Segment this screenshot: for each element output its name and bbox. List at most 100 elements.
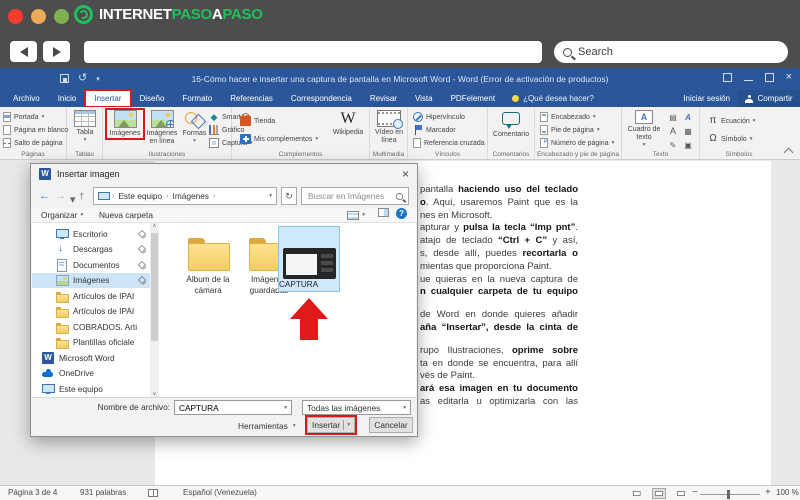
herramientas-button[interactable]: Herramientas ▾ bbox=[238, 419, 296, 433]
maximize-traffic-light-icon[interactable] bbox=[54, 9, 69, 24]
dialog-history-dropdown-icon[interactable]: ▾ bbox=[70, 192, 76, 208]
help-button[interactable]: ? bbox=[396, 208, 407, 219]
breadcrumb[interactable]: › Este equipo › Imágenes › ▾ bbox=[93, 187, 277, 205]
close-traffic-light-icon[interactable] bbox=[8, 9, 23, 24]
drop-cap-icon[interactable]: A bbox=[666, 125, 680, 138]
zoom-slider[interactable] bbox=[700, 490, 760, 499]
encabezado-button[interactable]: Encabezado ▾ bbox=[540, 111, 614, 123]
zoom-out-icon[interactable]: − bbox=[692, 486, 698, 500]
zoom-in-icon[interactable]: + bbox=[765, 486, 771, 500]
sidebar-scrollbar[interactable]: ∧ ∨ bbox=[150, 223, 159, 397]
back-button[interactable] bbox=[10, 41, 37, 62]
tab-diseno[interactable]: Diseño bbox=[131, 90, 174, 107]
tab-archivo[interactable]: Archivo bbox=[4, 90, 49, 107]
hipervinculo-button[interactable]: Hipervínculo bbox=[413, 111, 485, 123]
scroll-up-icon[interactable]: ∧ bbox=[150, 223, 159, 229]
dialog-titlebar[interactable]: W Insertar imagen × bbox=[31, 164, 417, 184]
dialog-close-icon[interactable]: × bbox=[402, 165, 409, 183]
referencia-cruzada-button[interactable]: Referencia cruzada bbox=[413, 137, 485, 149]
quick-access-dropdown-icon[interactable]: ▾ bbox=[96, 75, 100, 83]
imagenes-en-linea-button[interactable]: Imágenes en línea bbox=[145, 110, 179, 146]
share-button[interactable]: Compartir bbox=[738, 90, 800, 107]
quick-parts-icon[interactable]: ▤ bbox=[666, 111, 680, 124]
simbolo-button[interactable]: Ω Símbolo ▾ bbox=[708, 133, 756, 145]
dialog-forward-icon[interactable]: → bbox=[55, 188, 66, 204]
comentario-button[interactable]: Comentario bbox=[491, 110, 531, 139]
tab-correspondencia[interactable]: Correspondencia bbox=[282, 90, 361, 107]
print-layout-icon[interactable] bbox=[652, 488, 666, 499]
wikipedia-button[interactable]: W Wikipedia bbox=[330, 110, 366, 137]
marcador-button[interactable]: Marcador bbox=[413, 124, 485, 136]
sidebar-item-este-equipo[interactable]: Este equipo bbox=[32, 381, 150, 397]
date-time-icon[interactable]: ▦ bbox=[681, 125, 695, 138]
insertar-button[interactable]: Insertar ▾ bbox=[305, 415, 357, 435]
wordart-icon[interactable]: A bbox=[681, 111, 695, 124]
ribbon-display-options-icon[interactable] bbox=[722, 73, 732, 82]
minimize-traffic-light-icon[interactable] bbox=[31, 9, 46, 24]
tab-pdfelement[interactable]: PDFelement bbox=[442, 90, 504, 107]
breadcrumb-este-equipo[interactable]: Este equipo bbox=[118, 191, 162, 201]
tienda-button[interactable]: Tienda bbox=[240, 113, 318, 127]
page-indicator[interactable]: Página 3 de 4 bbox=[8, 486, 57, 500]
formas-button[interactable]: Formas ▾ bbox=[181, 110, 208, 144]
sidebar-item-documentos[interactable]: Documentos bbox=[32, 257, 150, 273]
pie-de-pagina-button[interactable]: Pie de página ▾ bbox=[540, 124, 614, 136]
tab-insertar[interactable]: Insertar bbox=[84, 89, 132, 108]
filename-input[interactable] bbox=[175, 402, 285, 413]
filetype-dropdown[interactable]: Todas las imágenes ▾ bbox=[302, 400, 411, 415]
portada-button[interactable]: Portada ▾ bbox=[3, 111, 68, 123]
address-bar[interactable] bbox=[84, 41, 542, 63]
dialog-back-icon[interactable]: ← bbox=[39, 188, 50, 204]
close-icon[interactable]: × bbox=[786, 72, 792, 83]
mis-complementos-button[interactable]: Mis complementos ▾ bbox=[240, 133, 318, 145]
zoom-level[interactable]: 100 % bbox=[776, 486, 799, 500]
dialog-search-input[interactable] bbox=[306, 190, 395, 202]
ecuacion-button[interactable]: π Ecuación ▾ bbox=[708, 115, 756, 127]
read-mode-icon[interactable] bbox=[630, 488, 644, 499]
sidebar-item-art-culos-de-ipai[interactable]: Artículos de IPAI bbox=[32, 304, 150, 320]
video-en-linea-button[interactable]: Vídeo en línea bbox=[374, 110, 404, 145]
save-icon[interactable] bbox=[60, 74, 69, 83]
restore-icon[interactable] bbox=[764, 73, 774, 82]
folder-tile-album[interactable]: Álbum de la cámara bbox=[177, 238, 239, 296]
zoom-slider-thumb[interactable] bbox=[727, 490, 730, 499]
proofing-icon[interactable] bbox=[148, 489, 158, 497]
imagenes-button[interactable]: Imágenes bbox=[105, 107, 145, 141]
sidebar-item-art-culos-de-ipai[interactable]: Artículos de IPAI bbox=[32, 288, 150, 304]
web-layout-icon[interactable] bbox=[674, 488, 688, 499]
cuadro-de-texto-button[interactable]: A Cuadro de texto ▾ bbox=[624, 110, 664, 148]
breadcrumb-imagenes[interactable]: Imágenes bbox=[173, 191, 209, 201]
collapse-ribbon-icon[interactable] bbox=[785, 146, 792, 153]
nueva-carpeta-button[interactable]: Nueva carpeta bbox=[99, 208, 153, 222]
tab-referencias[interactable]: Referencias bbox=[221, 90, 282, 107]
sidebar-item-cobrados-arti[interactable]: COBRADOS. Arti bbox=[32, 319, 150, 335]
forward-button[interactable] bbox=[43, 41, 70, 62]
breadcrumb-dropdown-icon[interactable]: ▾ bbox=[269, 193, 272, 199]
tab-inicio[interactable]: Inicio bbox=[49, 90, 86, 107]
sidebar-item-escritorio[interactable]: Escritorio bbox=[32, 226, 150, 242]
sidebar-item-onedrive[interactable]: OneDrive bbox=[32, 366, 150, 382]
salto-de-pagina-button[interactable]: Salto de página bbox=[3, 137, 68, 149]
minimize-icon[interactable] bbox=[743, 80, 753, 81]
views-button[interactable]: ▾ bbox=[347, 208, 365, 222]
tab-formato[interactable]: Formato bbox=[173, 90, 221, 107]
word-count[interactable]: 931 palabras bbox=[80, 486, 126, 500]
sidebar-item-plantillas-oficiale[interactable]: Plantillas oficiale bbox=[32, 335, 150, 351]
file-tile-captura-selected[interactable]: CAPTURA bbox=[278, 226, 340, 292]
filename-combobox[interactable]: ▾ bbox=[174, 400, 292, 415]
refresh-icon[interactable]: ↻ bbox=[281, 187, 297, 205]
sign-in-button[interactable]: Iniciar sesión bbox=[683, 90, 730, 107]
pagina-en-blanco-button[interactable]: Página en blanco bbox=[3, 124, 68, 136]
dialog-up-icon[interactable]: ↑ bbox=[79, 188, 85, 204]
tabla-button[interactable]: Tabla ▾ bbox=[71, 110, 99, 143]
filename-dropdown-icon[interactable]: ▾ bbox=[284, 405, 287, 411]
language-indicator[interactable]: Español (Venezuela) bbox=[183, 486, 257, 500]
browser-search[interactable] bbox=[554, 41, 788, 63]
sidebar-item-microsoft-word[interactable]: Microsoft Word bbox=[32, 350, 150, 366]
undo-icon[interactable]: ↺ bbox=[78, 73, 87, 84]
tell-me-box[interactable]: ¿Qué desea hacer? bbox=[504, 90, 602, 107]
numero-de-pagina-button[interactable]: Número de página▾ bbox=[540, 137, 614, 149]
sidebar-item-im-genes[interactable]: Imágenes bbox=[32, 272, 150, 288]
dialog-search-box[interactable] bbox=[301, 187, 409, 205]
browser-search-input[interactable] bbox=[576, 45, 766, 59]
